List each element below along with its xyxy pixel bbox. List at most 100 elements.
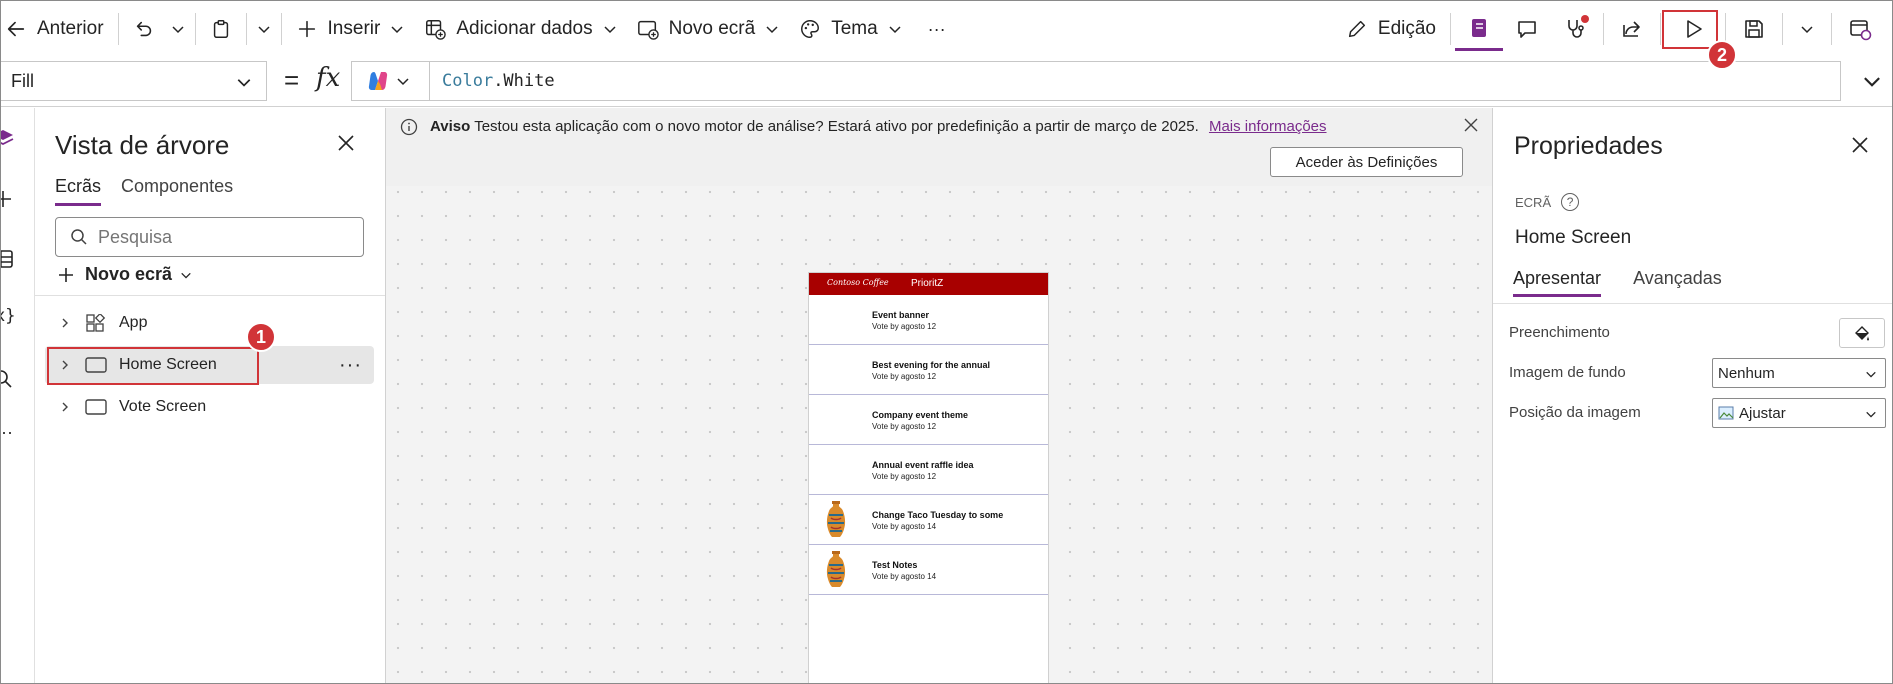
item-subtitle: Vote by agosto 12	[872, 422, 937, 431]
insert-icon[interactable]	[1, 188, 17, 210]
chevron-right-icon[interactable]	[59, 317, 71, 329]
notice-banner: Aviso Testou esta aplicação com o novo m…	[386, 108, 1492, 186]
undo-dropdown[interactable]	[165, 9, 191, 49]
separator	[1782, 13, 1783, 45]
more-info-link[interactable]: Mais informações	[1209, 118, 1327, 135]
notification-dot	[1581, 15, 1589, 23]
item-title: Event banner	[872, 310, 930, 320]
notebook-button[interactable]	[1455, 7, 1503, 51]
theme-button[interactable]: Tema	[789, 9, 911, 49]
chevron-down-icon	[397, 78, 409, 86]
close-icon[interactable]	[1851, 136, 1869, 154]
undo-button[interactable]	[123, 9, 165, 49]
plus-icon	[59, 267, 73, 282]
search-icon[interactable]	[1, 368, 17, 390]
chevron-down-icon[interactable]	[1862, 71, 1882, 91]
fill-color-picker[interactable]	[1839, 318, 1885, 348]
tree-item-vote-screen[interactable]: Vote Screen	[45, 388, 374, 426]
variables-icon[interactable]: x}	[1, 306, 17, 328]
more-options-button[interactable]: ···	[339, 354, 362, 377]
new-screen-label: Novo ecrã	[85, 264, 173, 284]
property-label: Preenchimento	[1509, 324, 1610, 341]
save-button[interactable]	[1730, 9, 1778, 49]
chevron-down-icon	[604, 26, 616, 34]
fill-property: Preenchimento	[1509, 318, 1889, 348]
clipboard-icon	[213, 20, 228, 38]
notice-text: Aviso Testou esta aplicação com o novo m…	[430, 118, 1327, 135]
tree-item-label: App	[119, 314, 148, 331]
new-screen-toolbar-button[interactable]: Novo ecrã	[627, 9, 790, 49]
notice-bold: Aviso	[430, 118, 471, 135]
property-dropdown[interactable]: Fill	[1, 61, 267, 101]
chevron-right-icon[interactable]	[59, 401, 71, 413]
new-screen-button[interactable]: Novo ecrã	[57, 264, 192, 285]
paint-bucket-icon	[1855, 326, 1869, 341]
help-icon[interactable]: ?	[1561, 193, 1580, 211]
screen-preview[interactable]: Contoso Coffee PrioritZ Event banner Vote…	[808, 272, 1049, 683]
item-title: Best evening for the annual	[872, 360, 991, 370]
property-label: Imagem de fundo	[1509, 364, 1626, 381]
comments-button[interactable]	[1503, 9, 1551, 49]
item-subtitle: Vote by agosto 12	[872, 322, 937, 331]
arrow-left-icon	[7, 21, 25, 37]
vase-thumbnail-icon	[823, 551, 849, 589]
properties-panel: Propriedades ECRÃ ? Home Screen Apresent…	[1492, 108, 1892, 683]
layers-icon[interactable]	[1, 128, 17, 150]
add-data-button[interactable]: Adicionar dados	[414, 9, 626, 49]
comment-icon	[1518, 21, 1536, 38]
properties-title: Propriedades	[1514, 132, 1663, 160]
list-item[interactable]: Company event theme Vote by agosto 12	[809, 395, 1048, 445]
paste-button[interactable]	[200, 9, 242, 49]
tab-display[interactable]: Apresentar	[1513, 268, 1602, 297]
insert-button[interactable]: Inserir	[286, 9, 415, 49]
tree-tabs: Ecrãs Componentes	[55, 176, 233, 206]
design-canvas[interactable]: Aviso Testou esta aplicação com o novo m…	[386, 108, 1492, 683]
control-name: Home Screen	[1515, 227, 1632, 248]
close-icon[interactable]	[1464, 118, 1478, 132]
edit-label: Edição	[1377, 18, 1436, 39]
list-item[interactable]: Event banner Vote by agosto 12	[809, 295, 1048, 345]
paste-dropdown[interactable]	[251, 9, 277, 49]
divider	[1493, 303, 1892, 304]
tab-advanced[interactable]: Avançadas	[1633, 268, 1722, 297]
item-title: Company event theme	[872, 410, 969, 420]
separator	[1660, 13, 1661, 45]
edit-mode-button[interactable]: Edição	[1336, 9, 1446, 49]
tree-item-app[interactable]: App	[45, 304, 374, 342]
formula-input[interactable]: Color .White	[429, 61, 1841, 101]
copilot-button[interactable]	[351, 61, 429, 101]
publish-button[interactable]	[1836, 9, 1884, 49]
more-icon[interactable]: ···	[1, 426, 17, 448]
app-title: PrioritZ	[911, 278, 944, 289]
save-dropdown[interactable]	[1787, 9, 1827, 49]
tab-screens[interactable]: Ecrãs	[55, 176, 102, 206]
image-position-select[interactable]: Ajustar	[1712, 398, 1886, 428]
search-input[interactable]	[98, 226, 338, 248]
pencil-icon	[1348, 20, 1365, 38]
list-item[interactable]: Best evening for the annual Vote by agost…	[809, 345, 1048, 395]
select-value: Nenhum	[1718, 364, 1775, 382]
formula-bar: Fill = fx Color .White	[1, 57, 1892, 107]
list-item[interactable]: Test Notes Vote by agosto 14	[809, 545, 1048, 595]
list-item[interactable]: Change Taco Tuesday to some Vote by agost…	[809, 495, 1048, 545]
left-rail: x} ···	[1, 108, 35, 683]
fx-icon: fx	[316, 63, 341, 93]
more-commands-button[interactable]: ···	[912, 9, 956, 49]
close-icon[interactable]	[337, 134, 355, 152]
save-icon	[1745, 20, 1763, 38]
back-label: Anterior	[37, 18, 104, 39]
share-icon	[1623, 21, 1640, 37]
go-to-settings-button[interactable]: Aceder às Definições	[1270, 147, 1463, 177]
gallery[interactable]: Event banner Vote by agosto 12 Best evenin…	[809, 295, 1048, 595]
step-badge-1: 1	[246, 322, 276, 352]
data-icon[interactable]	[1, 248, 17, 270]
tab-components[interactable]: Componentes	[121, 176, 233, 206]
app-checker-button[interactable]	[1551, 9, 1599, 49]
chevron-down-icon	[172, 26, 184, 34]
back-button[interactable]: Anterior	[1, 9, 114, 49]
background-image-select[interactable]: Nenhum	[1712, 358, 1886, 388]
equals-sign: =	[284, 65, 300, 95]
share-button[interactable]	[1608, 9, 1656, 49]
list-item[interactable]: Annual event raffle idea Vote by agosto 1…	[809, 445, 1048, 495]
chevron-down-icon	[391, 26, 403, 34]
